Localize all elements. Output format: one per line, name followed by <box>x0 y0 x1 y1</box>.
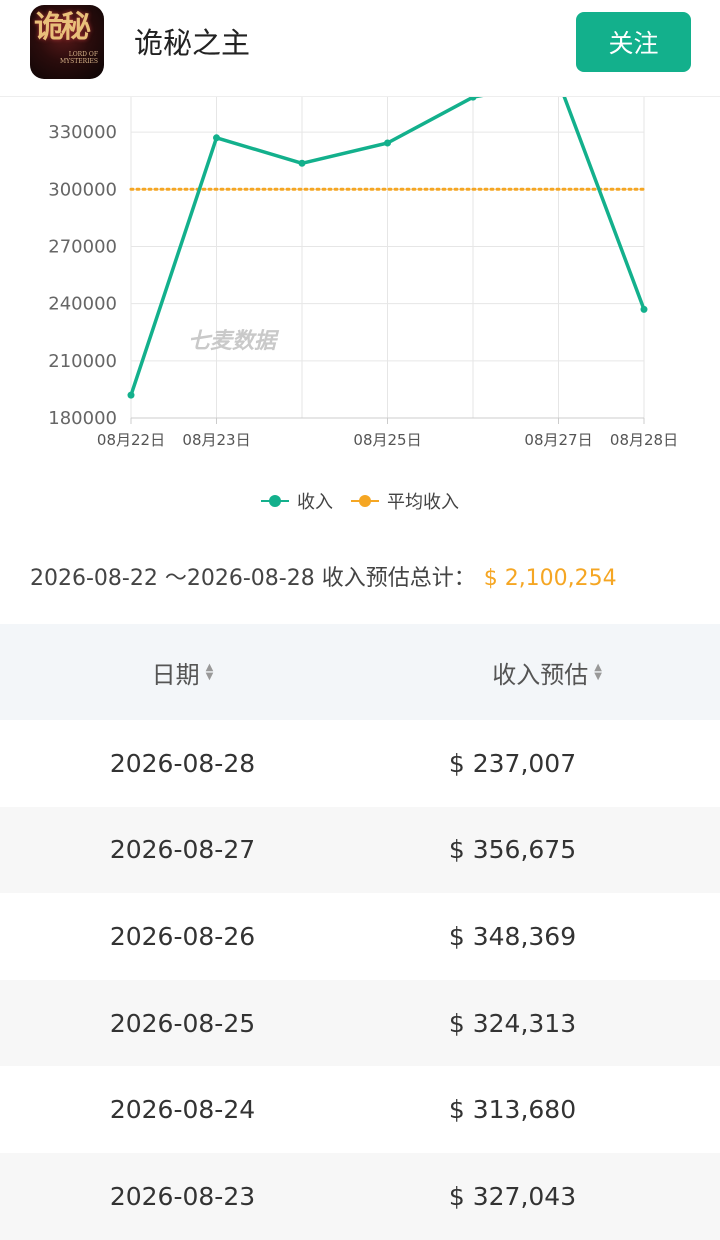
revenue-table: 日期 ▲ ▼ 收入预估 ▲ ▼ 2026-08-28 $ 237,007 2026-… <box>0 624 720 1240</box>
date-column-header[interactable]: 日期 ▲ ▼ <box>0 655 365 690</box>
row-revenue: $ 348,369 <box>448 921 577 951</box>
revenue-data-point <box>213 134 220 142</box>
x-tick-label: 08月27日 <box>524 431 592 449</box>
revenue-data-point <box>384 139 391 147</box>
chart-watermark: 七麦数据 <box>188 329 280 354</box>
row-date: 2026-08-24 <box>109 1095 256 1125</box>
table-header: 日期 ▲ ▼ 收入预估 ▲ ▼ <box>0 624 720 720</box>
follow-button[interactable]: 关注 <box>576 12 691 72</box>
x-tick-label: 08月25日 <box>353 431 421 449</box>
table-row: 2026-08-25 $ 324,313 <box>0 979 720 1067</box>
legend-item-average[interactable]: 平均收入 <box>351 488 459 514</box>
revenue-column-header[interactable]: 收入预估 ▲ ▼ <box>365 655 720 690</box>
legend-label-average: 平均收入 <box>387 492 459 513</box>
date-header-label: 日期 <box>151 660 200 689</box>
row-date: 2026-08-25 <box>109 1008 256 1038</box>
row-revenue: $ 313,680 <box>448 1095 577 1125</box>
row-revenue: $ 324,313 <box>448 1008 577 1038</box>
legend-label-revenue: 收入 <box>297 492 333 513</box>
y-tick-label: 330000 <box>48 122 117 143</box>
app-icon-glyphs: 诡秘 <box>34 10 91 45</box>
y-tick-label: 300000 <box>48 179 117 200</box>
table-row: 2026-08-27 $ 356,675 <box>0 806 720 894</box>
row-date: 2026-08-26 <box>109 921 256 951</box>
row-date: 2026-08-23 <box>109 1181 256 1211</box>
revenue-data-point <box>298 159 306 167</box>
app-icon[interactable]: 诡秘 LORD OF MYSTERIES <box>30 5 104 79</box>
row-revenue: $ 327,043 <box>448 1181 577 1211</box>
revenue-data-point <box>640 305 648 313</box>
row-date: 2026-08-28 <box>109 748 256 778</box>
table-row: 2026-08-24 $ 313,680 <box>0 1066 720 1153</box>
y-tick-label: 240000 <box>48 294 117 315</box>
summary-range: 2026-08-22 ～2026-08-28 收入预估总计： <box>30 566 476 591</box>
app-header: 诡秘 LORD OF MYSTERIES 诡秘之主 关注 <box>0 0 720 97</box>
y-tick-label: 270000 <box>48 237 117 258</box>
x-tick-label: 08月23日 <box>182 431 250 449</box>
y-tick-label: 180000 <box>48 408 117 429</box>
revenue-data-point <box>127 391 135 399</box>
table-row: 2026-08-23 $ 327,043 <box>0 1152 720 1240</box>
row-date: 2026-08-27 <box>109 835 256 865</box>
sort-icon[interactable]: ▲ ▼ <box>206 663 214 682</box>
chart-legend: 收入 平均收入 <box>0 488 720 514</box>
table-row: 2026-08-28 $ 237,007 <box>0 720 720 807</box>
y-tick-label: 210000 <box>48 351 117 372</box>
revenue-header-label: 收入预估 <box>492 660 589 689</box>
x-tick-label: 08月28日 <box>610 431 678 449</box>
row-revenue: $ 237,007 <box>448 748 577 778</box>
legend-swatch-revenue <box>261 495 289 507</box>
app-icon-subtitle: LORD OF MYSTERIES <box>60 51 98 65</box>
table-row: 2026-08-26 $ 348,369 <box>0 893 720 980</box>
row-revenue: $ 356,675 <box>448 835 577 865</box>
x-tick-label: 08月22日 <box>97 431 165 449</box>
app-title: 诡秘之主 <box>134 26 251 60</box>
legend-swatch-average <box>351 495 379 507</box>
sort-icon[interactable]: ▲ ▼ <box>594 663 602 682</box>
summary-total: $ 2,100,254 <box>483 566 617 591</box>
legend-item-revenue[interactable]: 收入 <box>261 488 333 514</box>
revenue-summary: 2026-08-22 ～2026-08-28 收入预估总计： $ 2,100,25… <box>30 560 617 592</box>
